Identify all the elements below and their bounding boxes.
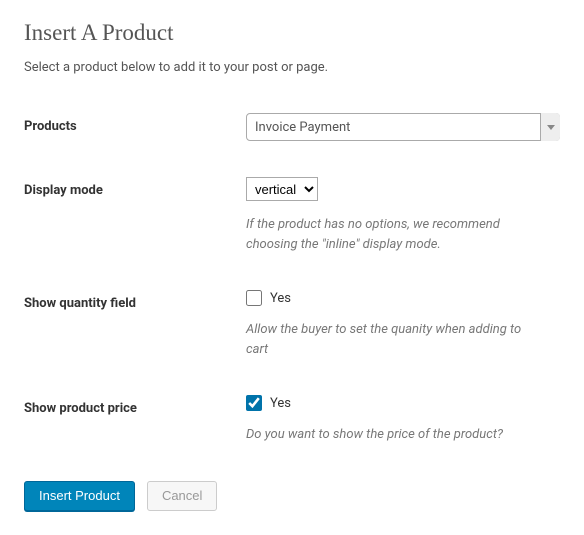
display-mode-select[interactable]: vertical: [246, 177, 318, 201]
insert-product-button[interactable]: Insert Product: [24, 481, 135, 512]
show-quantity-hint: Allow the buyer to set the quanity when …: [246, 320, 546, 359]
show-quantity-cb-label: Yes: [270, 291, 291, 306]
show-quantity-checkbox[interactable]: [246, 290, 262, 306]
label-show-quantity: Show quantity field: [24, 290, 246, 311]
label-show-price: Show product price: [24, 395, 246, 416]
page-subtitle: Select a product below to add it to your…: [24, 60, 560, 75]
display-mode-hint: If the product has no options, we recomm…: [246, 215, 546, 254]
chevron-down-icon[interactable]: [540, 113, 560, 141]
show-price-hint: Do you want to show the price of the pro…: [246, 425, 546, 445]
label-products: Products: [24, 113, 246, 134]
cancel-button[interactable]: Cancel: [147, 481, 217, 512]
show-price-cb-label: Yes: [270, 396, 291, 411]
row-show-price: Show product price Yes Do you want to sh…: [24, 395, 560, 445]
row-show-quantity: Show quantity field Yes Allow the buyer …: [24, 290, 560, 359]
products-selected-value: Invoice Payment: [255, 120, 350, 135]
page-title: Insert A Product: [24, 20, 560, 46]
products-select[interactable]: Invoice Payment: [246, 113, 560, 141]
row-products: Products Invoice Payment: [24, 113, 560, 141]
show-price-checkbox[interactable]: [246, 395, 262, 411]
row-display-mode: Display mode vertical If the product has…: [24, 177, 560, 254]
actions-row: Insert Product Cancel: [24, 481, 560, 512]
label-display-mode: Display mode: [24, 177, 246, 198]
